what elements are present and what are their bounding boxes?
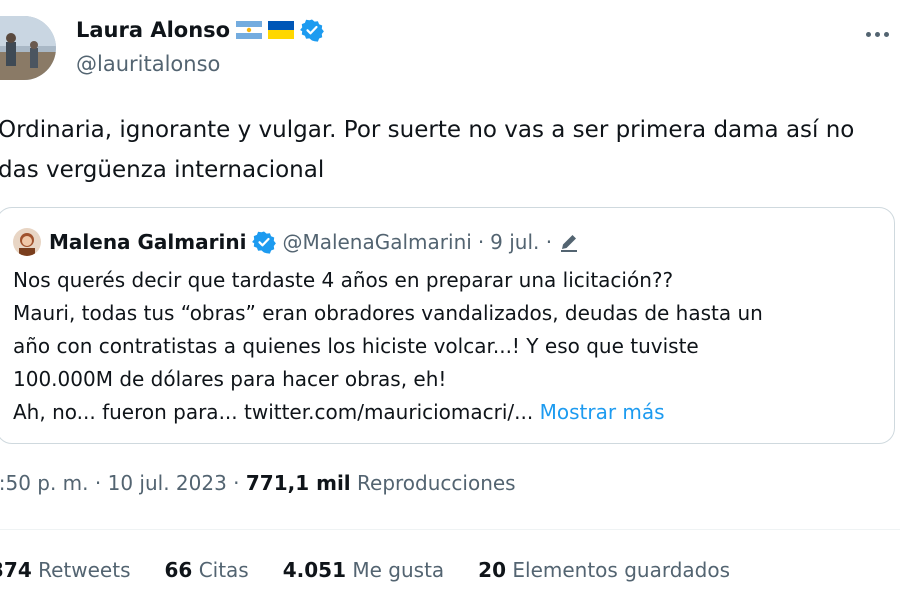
author-name-row: Laura Alonso (76, 18, 325, 42)
quoted-text-line: Nos querés decir que tardaste 4 años en … (13, 268, 674, 292)
quoted-tweet[interactable]: Malena Galmarini @MalenaGalmarini · 9 ju… (0, 207, 895, 444)
quoted-text-line: 100.000M de dólares para hacer obras, eh… (13, 367, 447, 391)
quoted-text-line: Ah, no... fueron para... twitter.com/mau… (13, 400, 534, 424)
quoted-author-avatar (13, 228, 41, 256)
quoted-verified-badge-icon (252, 230, 277, 254)
views-label: Reproducciones (357, 471, 516, 495)
quotes-stat[interactable]: 66 Citas (164, 558, 248, 582)
tweet-header: Laura Alonso @lauritalonso (0, 14, 900, 84)
likes-label: Me gusta (352, 558, 445, 582)
author-avatar[interactable] (0, 16, 56, 80)
argentina-flag-icon (236, 21, 263, 39)
more-options-icon[interactable] (860, 22, 894, 46)
quotes-count: 66 (164, 558, 193, 582)
show-more-link[interactable]: Mostrar más (540, 400, 665, 424)
author-name[interactable]: Laura Alonso (76, 18, 230, 42)
bookmarks-stat[interactable]: 20 Elementos guardados (478, 558, 730, 582)
author-handle[interactable]: @lauritalonso (76, 52, 220, 76)
tweet-stats: 374 Retweets 66 Citas 4.051 Me gusta 20 … (0, 558, 730, 582)
retweets-label: Retweets (38, 558, 131, 582)
quoted-text-line: año con contratistas a quienes los hicis… (13, 334, 699, 358)
quoted-text-last-line: Ah, no... fueron para... twitter.com/mau… (13, 396, 883, 429)
ukraine-flag-icon (268, 21, 295, 39)
quoted-author-handle: @MalenaGalmarini (282, 230, 472, 254)
tweet-text: Ordinaria, ignorante y vulgar. Por suert… (0, 117, 855, 183)
edited-pencil-icon (558, 231, 580, 253)
quotes-label: Citas (198, 558, 249, 582)
tweet-timestamp[interactable]: 1:50 p. m. · 10 jul. 2023 · (0, 471, 246, 495)
quoted-author-name: Malena Galmarini (49, 230, 247, 254)
retweets-count: 374 (0, 558, 32, 582)
quoted-header: Malena Galmarini @MalenaGalmarini · 9 ju… (13, 228, 580, 256)
quoted-text: Nos querés decir que tardaste 4 años en … (13, 264, 883, 429)
likes-count: 4.051 (282, 558, 346, 582)
bookmarks-label: Elementos guardados (512, 558, 730, 582)
likes-stat[interactable]: 4.051 Me gusta (283, 558, 444, 582)
quoted-date: 9 jul. · (490, 230, 553, 254)
views-count: 771,1 mil (245, 471, 351, 495)
quoted-text-line: Mauri, todas tus “obras” eran obradores … (13, 301, 763, 325)
quoted-separator: · (477, 230, 485, 254)
bookmarks-count: 20 (478, 558, 507, 582)
divider (0, 529, 900, 530)
retweets-stat[interactable]: 374 Retweets (0, 558, 130, 582)
tweet-meta: 1:50 p. m. · 10 jul. 2023 · 771,1 mil Re… (0, 471, 516, 495)
verified-badge-icon (300, 18, 325, 42)
